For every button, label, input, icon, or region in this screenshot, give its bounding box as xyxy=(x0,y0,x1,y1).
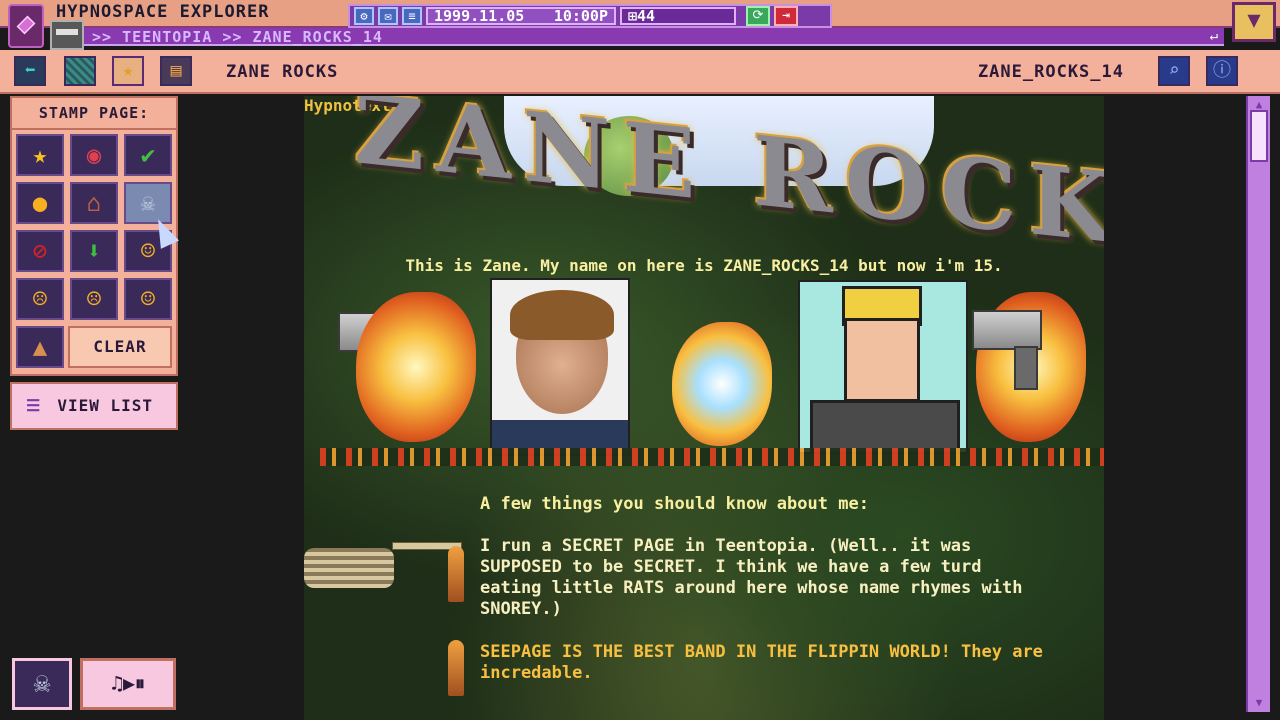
title-bar: HYPNOSPACE EXPLORER ⚙ ✉ ≡ 1999.11.05 10:… xyxy=(0,0,1280,50)
scroll-down-arrow-icon[interactable]: ▼ xyxy=(1250,696,1268,710)
coin-icon: ⊞ xyxy=(628,7,638,25)
app-title: HYPNOSPACE EXPLORER xyxy=(56,2,270,22)
skeleton-hand-image xyxy=(304,528,464,598)
menu-icon[interactable]: ≡ xyxy=(402,7,422,25)
page-id: ZANE_ROCKS_14 xyxy=(977,62,1124,82)
address-path[interactable]: >> TEENTOPIA >> ZANE_ROCKS_14 xyxy=(92,28,383,46)
clear-button[interactable]: CLEAR xyxy=(68,326,172,368)
stamp-sidebar: STAMP PAGE: ★ ◉ ✔ ● ⌂ ☠ ⊘ ⬇ ☺ ☹ ☹ ☺ ▲ CLEAR ☰ VIEW L… xyxy=(10,96,180,430)
hypnospace-gem-icon[interactable] xyxy=(8,4,44,48)
stamp-title: STAMP PAGE: xyxy=(10,96,178,130)
house-icon[interactable]: ⌂ xyxy=(70,182,118,224)
scrollbar[interactable]: ▲ ▼ xyxy=(1246,96,1270,712)
hypnocoin-count: 44 xyxy=(637,7,656,25)
bullet-icon xyxy=(448,640,464,696)
no-icon[interactable]: ⊘ xyxy=(16,230,64,272)
intro-text: This is Zane. My name on here is ZANE_RO… xyxy=(405,256,1003,275)
coin-icon[interactable]: ● xyxy=(16,182,64,224)
about-heading: A few things you should know about me: xyxy=(480,494,869,514)
time-text: 10:00P xyxy=(553,7,608,25)
web-page: Hypnotext ZANE ROCKS This is Zane. My na… xyxy=(304,96,1104,720)
list-item: I run a SECRET PAGE in Teentopia. (Well.… xyxy=(480,536,1023,619)
mad-face-icon[interactable]: ☹ xyxy=(70,278,118,320)
return-icon[interactable]: ↵ xyxy=(1210,28,1218,44)
explosion-left xyxy=(356,292,476,442)
exit-button[interactable]: ⇥ xyxy=(774,6,798,26)
list-item: SEEPAGE IS THE BEST BAND IN THE FLIPPIN … xyxy=(480,642,1043,683)
check-icon[interactable]: ✔ xyxy=(124,134,172,176)
scroll-thumb[interactable] xyxy=(1250,110,1268,162)
zane-photo xyxy=(490,278,630,456)
hypnocoin-display: ⊞44 xyxy=(620,7,736,25)
refresh-button[interactable]: ⟳ xyxy=(746,6,770,26)
eye-icon[interactable]: ◉ xyxy=(70,134,118,176)
shocked-face-icon[interactable]: ☺ xyxy=(124,278,172,320)
address-bar[interactable]: >> TEENTOPIA >> ZANE_ROCKS_14 ↵ xyxy=(84,28,1224,46)
toolbar: ⬅ ★ ▤ ZANE ROCKS ZANE_ROCKS_14 ⌕ ⓘ xyxy=(0,50,1280,94)
back-button[interactable]: ⬅ xyxy=(14,56,46,86)
skull-button[interactable]: ☠ xyxy=(12,658,72,710)
date-time-display: 1999.11.05 10:00P xyxy=(426,7,616,25)
info-button[interactable]: ⓘ xyxy=(1206,56,1238,86)
stamp-row: ▲ CLEAR xyxy=(10,324,178,376)
print-button[interactable]: ▤ xyxy=(160,56,192,86)
mail-icon[interactable]: ✉ xyxy=(378,7,398,25)
forward-button[interactable] xyxy=(64,56,96,86)
angry-face-icon[interactable]: ☹ xyxy=(16,278,64,320)
favorite-button[interactable]: ★ xyxy=(112,56,144,86)
view-list-button[interactable]: ☰ VIEW LIST xyxy=(10,382,178,430)
bullet-icon xyxy=(448,546,464,602)
poop-stamp-icon[interactable]: ▲ xyxy=(16,326,64,368)
list-icon: ☰ xyxy=(26,396,42,415)
down-arrow-icon[interactable]: ⬇ xyxy=(70,230,118,272)
page-title: ZANE ROCKS xyxy=(226,62,339,82)
media-player-button[interactable]: ♫▶⏸ xyxy=(80,658,176,710)
clock-bar: ⚙ ✉ ≡ 1999.11.05 10:00P ⊞44 ⟳ ⇥ xyxy=(348,4,832,28)
star-icon[interactable]: ★ xyxy=(16,134,64,176)
gun-image-right xyxy=(972,310,1042,390)
date-text: 1999.11.05 xyxy=(434,7,525,25)
fire-divider xyxy=(320,448,1104,466)
view-list-label: VIEW LIST xyxy=(57,396,154,415)
cartoon-avatar xyxy=(798,280,968,454)
search-button[interactable]: ⌕ xyxy=(1158,56,1190,86)
explosion-center xyxy=(672,322,772,446)
settings-icon[interactable]: ⚙ xyxy=(354,7,374,25)
robot-avatar-icon[interactable] xyxy=(50,20,84,50)
minimize-button[interactable]: ▼ xyxy=(1232,2,1276,42)
